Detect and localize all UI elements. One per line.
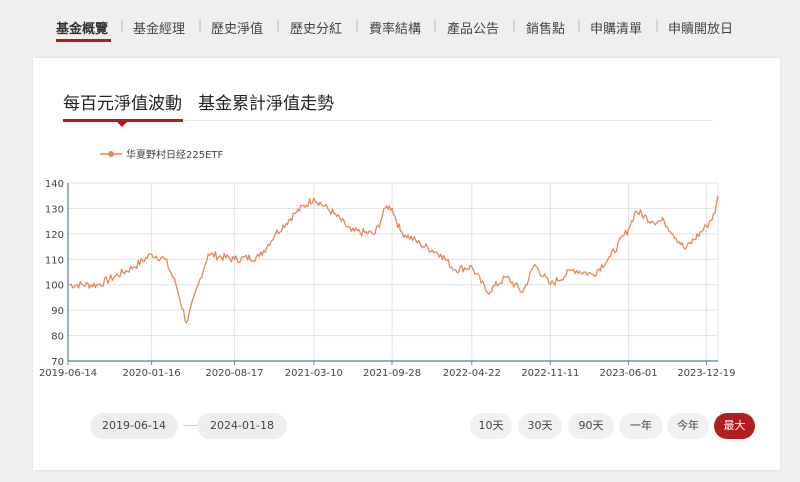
range-ytd-button[interactable]: 今年	[667, 413, 709, 439]
tab-historical-nav[interactable]: 歷史淨值	[211, 18, 263, 37]
end-date-input[interactable]: 2024-01-18	[197, 413, 287, 439]
y-tick-label: 140	[45, 179, 64, 190]
y-tick-label: 110	[45, 255, 64, 266]
range-10d-button[interactable]: 10天	[470, 413, 512, 439]
x-tick-label: 2022-04-22	[443, 368, 501, 379]
tab-separator: |	[355, 18, 360, 32]
tab-product-notice[interactable]: 產品公告	[447, 18, 499, 37]
nav-line-chart: 70 80 90 100 110 120 130 140 2019-06-14 2020-01-1…	[39, 148, 736, 379]
tab-historical-dividend[interactable]: 歷史分紅	[290, 18, 342, 37]
x-tick-label: 2023-06-01	[600, 368, 658, 379]
chart-card: 每百元淨值波動 基金累計淨值走勢 70 80 90 100 110 120 130 140 20…	[33, 58, 780, 470]
y-tick-label: 70	[51, 357, 64, 368]
y-tick-label: 120	[45, 230, 64, 241]
range-90d-button[interactable]: 90天	[568, 413, 614, 439]
date-range-dash	[183, 425, 197, 426]
x-tick-label: 2023-12-19	[677, 368, 735, 379]
x-tick-label: 2019-06-14	[39, 368, 97, 379]
tab-fund-manager[interactable]: 基金經理	[133, 18, 185, 37]
range-30d-button[interactable]: 30天	[518, 413, 562, 439]
start-date-input[interactable]: 2019-06-14	[90, 413, 178, 439]
active-tab-underline	[56, 39, 111, 42]
x-tick-label: 2020-01-16	[123, 368, 181, 379]
range-1y-button[interactable]: 一年	[619, 413, 663, 439]
legend-dot-marker	[108, 151, 114, 157]
range-max-button[interactable]: 最大	[714, 413, 755, 439]
tab-fund-overview[interactable]: 基金概覽	[56, 18, 108, 37]
y-tick-label: 90	[51, 306, 64, 317]
legend-label: 华夏野村日经225ETF	[126, 148, 224, 161]
tab-separator: |	[655, 18, 660, 32]
tab-fee-structure[interactable]: 費率結構	[369, 18, 421, 37]
tab-sales-points[interactable]: 銷售點	[526, 18, 565, 37]
x-tick-label: 2020-08-17	[205, 368, 263, 379]
y-tick-label: 100	[45, 281, 64, 292]
x-tick-label: 2021-09-28	[363, 368, 421, 379]
tab-separator: |	[433, 18, 438, 32]
tab-separator: |	[198, 18, 203, 32]
top-navigation: 基金概覽 | 基金經理 | 歷史淨值 | 歷史分紅 | 費率結構 | 產品公告 …	[0, 0, 800, 56]
tab-separator: |	[512, 18, 517, 32]
x-tick-label: 2022-11-11	[521, 368, 579, 379]
x-tick-label: 2021-03-10	[285, 368, 343, 379]
tab-separator: |	[120, 18, 125, 32]
tab-open-days[interactable]: 申贖開放日	[668, 18, 733, 37]
y-tick-label: 80	[51, 332, 64, 343]
tab-separator: |	[577, 18, 582, 32]
tab-subscription-list[interactable]: 申購清單	[590, 18, 642, 37]
tab-separator: |	[276, 18, 281, 32]
y-tick-label: 130	[45, 204, 64, 215]
